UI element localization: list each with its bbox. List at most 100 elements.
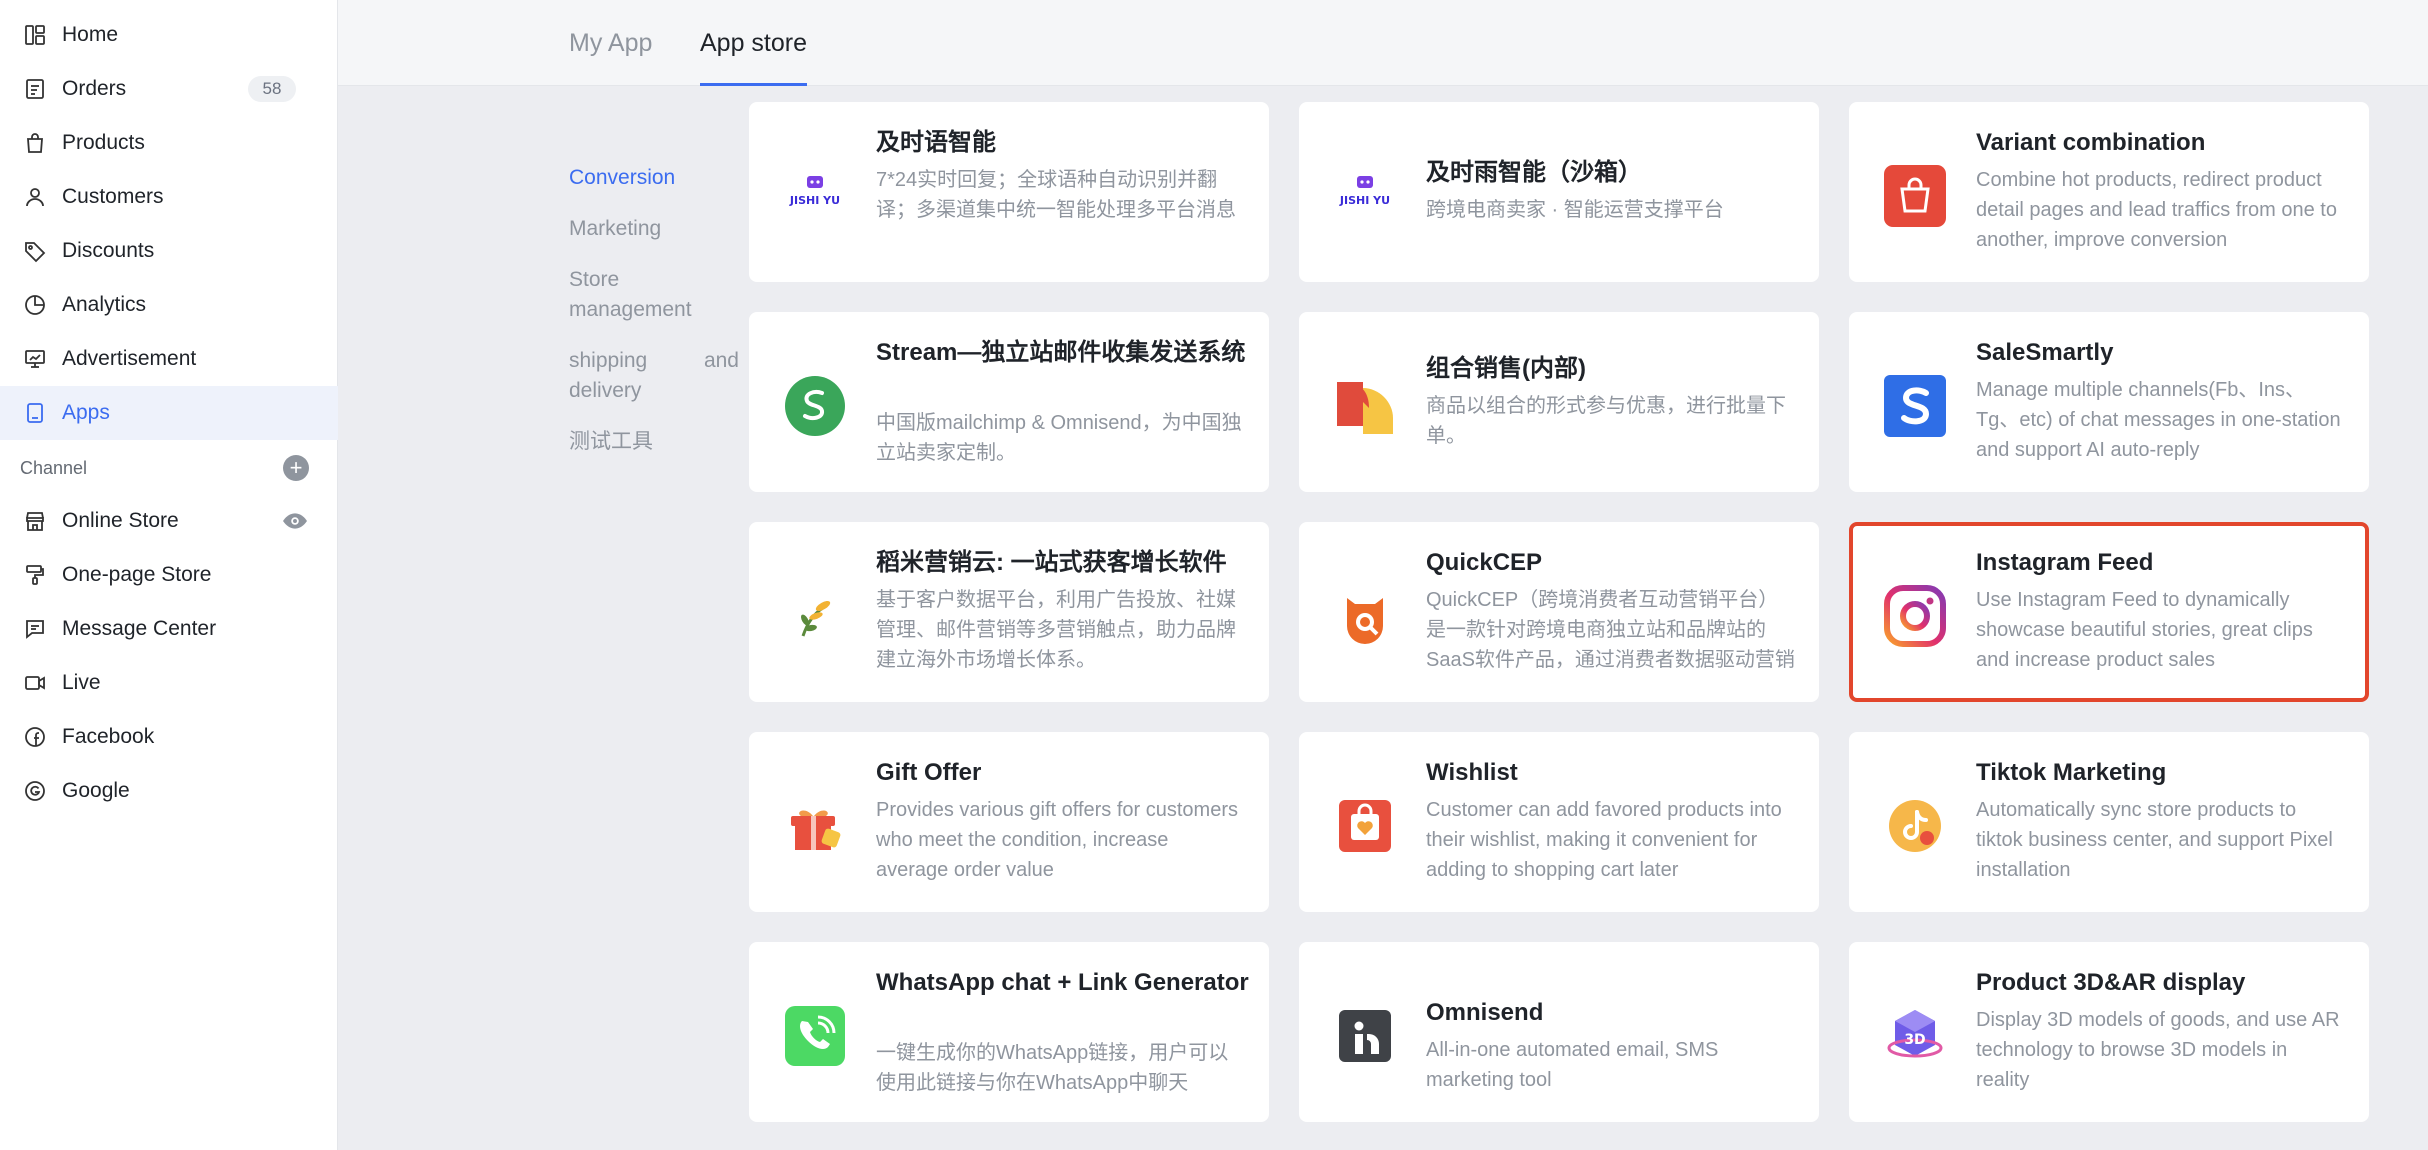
sidebar-item-customers[interactable]: Customers [0, 170, 338, 224]
instagram-logo-icon [1883, 584, 1947, 648]
app-description: Manage multiple channels(Fb、Ins、Tg、etc) … [1976, 379, 2341, 461]
app-description: 商品以组合的形式参与优惠，进行批量下单。 [1426, 395, 1786, 447]
sidebar-item-online-store[interactable]: Online Store [0, 494, 338, 548]
app-title: 及时雨智能（沙箱） [1426, 159, 1642, 186]
dashboard-icon [22, 22, 48, 48]
app-title: 稻米营销云: 一站式获客增长软件 [876, 549, 1227, 576]
sidebar-item-label: One-page Store [62, 563, 212, 586]
category-shipping-delivery[interactable]: shipping and delivery [569, 346, 739, 406]
eye-icon[interactable] [281, 508, 309, 534]
sidebar-item-label: Home [62, 23, 119, 46]
app-title: Wishlist [1426, 759, 1518, 786]
app-description: 一键生成你的WhatsApp链接，用户可以使用此链接与你在WhatsApp中聊天 [876, 1042, 1229, 1094]
omnisend-logo-icon [1333, 1004, 1397, 1068]
app-description: Use Instagram Feed to dynamically showca… [1976, 589, 2313, 671]
cube-3d-logo-icon: 3D [1883, 1004, 1947, 1068]
app-title: Gift Offer [876, 759, 982, 786]
app-card-jishiyu-sandbox[interactable]: JISHI YU 及时雨智能（沙箱） 跨境电商卖家 · 智能运营支撑平台 [1299, 102, 1819, 282]
app-card-quickcep[interactable]: QuickCEP QuickCEP（跨境消费者互动营销平台）是一款针对跨境电商独… [1299, 522, 1819, 702]
app-card-omnisend[interactable]: Omnisend All-in-one automated email, SMS… [1299, 942, 1819, 1122]
sidebar-item-analytics[interactable]: Analytics [0, 278, 338, 332]
rice-logo-icon [783, 584, 847, 648]
facebook-icon [22, 724, 48, 750]
app-title: Product 3D&AR display [1976, 969, 2246, 996]
app-title: Variant combination [1976, 129, 2206, 156]
app-title: 及时语智能 [876, 129, 996, 156]
app-card-stream[interactable]: Stream—独立站邮件收集发送系统 中国版mailchimp & Omnise… [749, 312, 1269, 492]
jishiyu-logo-icon: JISHI YU [783, 164, 847, 228]
tab-my-app[interactable]: My App [569, 0, 652, 86]
stream-logo-icon [783, 374, 847, 438]
category-test-tools[interactable]: 测试工具 [569, 427, 739, 457]
channel-section-header: Channel + [0, 447, 338, 489]
sidebar-item-message-center[interactable]: Message Center [0, 602, 338, 656]
paint-roller-icon [22, 562, 48, 588]
whatsapp-logo-icon [783, 1004, 847, 1068]
video-icon [22, 670, 48, 696]
app-title: QuickCEP [1426, 549, 1543, 576]
sidebar-item-facebook[interactable]: Facebook [0, 710, 338, 764]
add-channel-icon[interactable]: + [283, 455, 309, 481]
app-description: All-in-one automated email, SMS marketin… [1426, 1039, 1719, 1091]
quickcep-logo-icon [1333, 584, 1397, 648]
channel-label: Channel [20, 457, 88, 478]
app-title: WhatsApp chat + Link Generator [876, 969, 1249, 996]
jishiyu-logo-text: JISHI YU [789, 194, 840, 207]
app-card-daomi[interactable]: 稻米营销云: 一站式获客增长软件 基于客户数据平台，利用广告投放、社媒管理、邮件… [749, 522, 1269, 702]
sidebar-item-label: Facebook [62, 725, 155, 748]
sidebar-item-google[interactable]: Google [0, 764, 338, 818]
app-card-salesmartly[interactable]: SaleSmartly Manage multiple channels(Fb、… [1849, 312, 2369, 492]
app-tabs-bar: My App App store [338, 0, 2428, 86]
category-conversion[interactable]: Conversion [569, 163, 739, 193]
tab-app-store[interactable]: App store [700, 0, 808, 86]
sidebar-item-label: Apps [62, 401, 110, 424]
app-description: QuickCEP（跨境消费者互动营销平台）是一款针对跨境电商独立站和品牌站的Sa… [1426, 589, 1795, 671]
sidebar: Home Orders 58 Products Customers Discou… [0, 0, 338, 1150]
google-icon [22, 778, 48, 804]
message-icon [22, 616, 48, 642]
sidebar-item-one-page-store[interactable]: One-page Store [0, 548, 338, 602]
sidebar-item-label: Live [62, 671, 101, 694]
sidebar-item-orders[interactable]: Orders 58 [0, 62, 338, 116]
sidebar-item-label: Orders [62, 77, 127, 100]
sidebar-item-label: Advertisement [62, 347, 197, 370]
sidebar-item-discounts[interactable]: Discounts [0, 224, 338, 278]
sidebar-item-home[interactable]: Home [0, 8, 338, 62]
app-title: Instagram Feed [1976, 549, 2154, 576]
sidebar-item-products[interactable]: Products [0, 116, 338, 170]
app-description: Customer can add favored products into t… [1426, 799, 1782, 881]
app-card-jishiyu[interactable]: JISHI YU 及时语智能 7*24实时回复；全球语种自动识别并翻译；多渠道集… [749, 102, 1269, 282]
tiktok-logo-icon [1883, 794, 1947, 858]
app-card-product-3d-ar[interactable]: 3D Product 3D&AR display Display 3D mode… [1849, 942, 2369, 1122]
shopping-bag-logo-icon [1883, 164, 1947, 228]
app-card-variant-combination[interactable]: Variant combination Combine hot products… [1849, 102, 2369, 282]
pie-chart-icon [22, 292, 48, 318]
monitor-chart-icon [22, 346, 48, 372]
jishiyu-logo-text: JISHI YU [1339, 194, 1390, 207]
app-description: Combine hot products, redirect product d… [1976, 169, 2337, 251]
sidebar-item-apps[interactable]: Apps [0, 386, 338, 440]
app-description: 基于客户数据平台，利用广告投放、社媒管理、邮件营销等多营销触点，助力品牌建立海外… [876, 589, 1236, 671]
cube-3d-logo-text: 3D [1904, 1032, 1925, 1048]
app-description: 中国版mailchimp & Omnisend，为中国独立站卖家定制。 [876, 412, 1242, 464]
sidebar-item-live[interactable]: Live [0, 656, 338, 710]
app-card-gift-offer[interactable]: Gift Offer Provides various gift offers … [749, 732, 1269, 912]
orders-icon [22, 76, 48, 102]
sidebar-item-label: Customers [62, 185, 164, 208]
bundle-logo-icon [1333, 374, 1397, 438]
tag-icon [22, 238, 48, 264]
app-card-instagram-feed[interactable]: Instagram Feed Use Instagram Feed to dyn… [1849, 522, 2369, 702]
app-card-whatsapp-chat[interactable]: WhatsApp chat + Link Generator 一键生成你的Wha… [749, 942, 1269, 1122]
category-store-management[interactable]: Store management [569, 265, 739, 325]
orders-count-badge: 58 [248, 76, 296, 102]
jishiyu-logo-icon: JISHI YU [1333, 164, 1397, 228]
category-marketing[interactable]: Marketing [569, 214, 739, 244]
user-icon [22, 184, 48, 210]
sidebar-item-label: Discounts [62, 239, 155, 262]
app-card-wishlist[interactable]: Wishlist Customer can add favored produc… [1299, 732, 1819, 912]
sidebar-item-advertisement[interactable]: Advertisement [0, 332, 338, 386]
app-card-tiktok-marketing[interactable]: Tiktok Marketing Automatically sync stor… [1849, 732, 2369, 912]
app-card-bundle-sales[interactable]: 组合销售(内部) 商品以组合的形式参与优惠，进行批量下单。 [1299, 312, 1819, 492]
sidebar-item-label: Products [62, 131, 145, 154]
app-description: Display 3D models of goods, and use AR t… [1976, 1009, 2340, 1091]
